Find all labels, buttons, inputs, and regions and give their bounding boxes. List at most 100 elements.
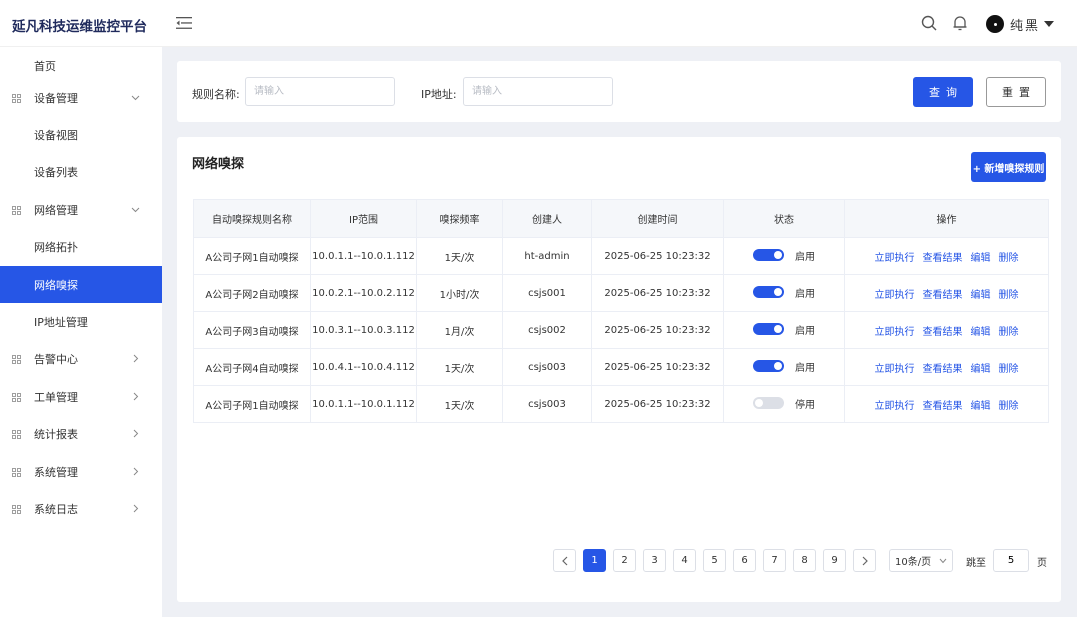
edit-link[interactable]: 编辑 bbox=[971, 401, 991, 412]
page-button[interactable]: 4 bbox=[673, 549, 696, 572]
cell-name: A公司子网2自动嗅探 bbox=[193, 274, 311, 312]
top-header: 延凡科技运维监控平台 纯黑 bbox=[0, 0, 1077, 47]
sidebar: 首页设备管理设备视图设备列表网络管理 网络拓扑 网络嗅探 IP地址管理告警中心工单管理… bbox=[0, 47, 162, 617]
search-icon[interactable] bbox=[921, 15, 937, 31]
edit-link[interactable]: 编辑 bbox=[971, 327, 991, 338]
sidebar-item[interactable]: 系统日志 bbox=[0, 490, 162, 527]
status-toggle[interactable] bbox=[753, 249, 784, 262]
run-now-link[interactable]: 立即执行 bbox=[875, 290, 915, 301]
cell-creator: csjs003 bbox=[502, 348, 592, 386]
cell-ip-range: 10.0.4.1--10.0.4.112 bbox=[310, 348, 417, 386]
cell-actions: 立即执行 查看结果 编辑 删除 bbox=[844, 385, 1049, 423]
sidebar-item-label: 首页 bbox=[34, 59, 56, 73]
sidebar-item-label: IP地址管理 bbox=[34, 315, 88, 329]
sidebar-item[interactable]: 工单管理 bbox=[0, 378, 162, 415]
delete-link[interactable]: 删除 bbox=[999, 253, 1019, 264]
cell-status: 启用 bbox=[723, 311, 845, 349]
column-header: 状态 bbox=[723, 199, 845, 238]
next-page-button[interactable] bbox=[853, 549, 876, 572]
delete-link[interactable]: 删除 bbox=[999, 290, 1019, 301]
grid-icon bbox=[12, 505, 21, 514]
sidebar-item[interactable]: 统计报表 bbox=[0, 415, 162, 452]
sidebar-item[interactable]: 告警中心 bbox=[0, 340, 162, 377]
view-results-link[interactable]: 查看结果 bbox=[923, 327, 963, 338]
run-now-link[interactable]: 立即执行 bbox=[875, 253, 915, 264]
edit-link[interactable]: 编辑 bbox=[971, 290, 991, 301]
delete-link[interactable]: 删除 bbox=[999, 401, 1019, 412]
reset-button[interactable]: 重置 bbox=[986, 77, 1046, 107]
view-results-link[interactable]: 查看结果 bbox=[923, 401, 963, 412]
cell-ip-range: 10.0.3.1--10.0.3.112 bbox=[310, 311, 417, 349]
ip-address-input[interactable] bbox=[463, 77, 613, 106]
table-body: A公司子网1自动嗅探 10.0.1.1--10.0.1.112 1天/次 ht-adm… bbox=[193, 237, 1049, 423]
sidebar-item-label: 系统日志 bbox=[34, 502, 78, 516]
sidebar-item-label: 工单管理 bbox=[34, 390, 78, 404]
status-toggle[interactable] bbox=[753, 323, 784, 336]
ip-address-label: IP地址: bbox=[421, 88, 457, 101]
status-text: 启用 bbox=[795, 251, 815, 263]
sniff-rules-table: 自动嗅探规则名称 IP范围 嗅探频率 创建人 创建时间 状态 操作 A公司子网1自动嗅探 10… bbox=[193, 199, 1049, 423]
cell-freq: 1小时/次 bbox=[416, 274, 503, 312]
chevron-down-icon bbox=[131, 95, 140, 101]
page-button[interactable]: 6 bbox=[733, 549, 756, 572]
caret-down-icon bbox=[1044, 21, 1055, 27]
sidebar-item[interactable]: 网络嗅探 bbox=[0, 266, 162, 303]
view-results-link[interactable]: 查看结果 bbox=[923, 364, 963, 375]
cell-creator: csjs001 bbox=[502, 274, 592, 312]
delete-link[interactable]: 删除 bbox=[999, 327, 1019, 338]
page-button[interactable]: 3 bbox=[643, 549, 666, 572]
jump-page-input[interactable] bbox=[993, 549, 1029, 572]
page-button[interactable]: 9 bbox=[823, 549, 846, 572]
status-text: 启用 bbox=[795, 288, 815, 300]
delete-link[interactable]: 删除 bbox=[999, 364, 1019, 375]
sidebar-item[interactable]: 设备管理 bbox=[0, 79, 162, 116]
status-switch-wrap: 启用 bbox=[753, 359, 815, 374]
chevron-right-icon bbox=[133, 354, 139, 363]
prev-page-button[interactable] bbox=[553, 549, 576, 572]
page-button[interactable]: 8 bbox=[793, 549, 816, 572]
grid-icon bbox=[12, 94, 21, 103]
sidebar-item[interactable]: 设备列表 bbox=[0, 153, 162, 190]
sidebar-item[interactable]: 设备视图 bbox=[0, 116, 162, 153]
query-button[interactable]: 查询 bbox=[913, 77, 973, 107]
sidebar-item[interactable]: 系统管理 bbox=[0, 453, 162, 490]
edit-link[interactable]: 编辑 bbox=[971, 364, 991, 375]
status-toggle[interactable] bbox=[753, 286, 784, 299]
status-toggle[interactable] bbox=[753, 397, 784, 410]
page-button[interactable]: 7 bbox=[763, 549, 786, 572]
sidebar-item[interactable]: 网络管理 bbox=[0, 191, 162, 228]
status-toggle[interactable] bbox=[753, 360, 784, 373]
cell-name: A公司子网3自动嗅探 bbox=[193, 311, 311, 349]
rule-name-input[interactable] bbox=[245, 77, 395, 106]
chevron-right-icon bbox=[133, 392, 139, 401]
cell-ip-range: 10.0.1.1--10.0.1.112 bbox=[310, 237, 417, 275]
sidebar-item-label: 设备列表 bbox=[34, 165, 78, 179]
view-results-link[interactable]: 查看结果 bbox=[923, 253, 963, 264]
menu-collapse-icon[interactable] bbox=[176, 16, 192, 30]
add-sniff-rule-button[interactable]: + 新增嗅探规则 bbox=[971, 152, 1046, 182]
run-now-link[interactable]: 立即执行 bbox=[875, 327, 915, 338]
view-results-link[interactable]: 查看结果 bbox=[923, 290, 963, 301]
page-button[interactable]: 2 bbox=[613, 549, 636, 572]
grid-icon bbox=[12, 355, 21, 364]
sidebar-item-label: 设备管理 bbox=[34, 91, 78, 105]
rule-name-label: 规则名称: bbox=[192, 88, 240, 101]
run-now-link[interactable]: 立即执行 bbox=[875, 401, 915, 412]
cell-created: 2025-06-25 10:23:32 bbox=[591, 274, 724, 312]
column-header: 嗅探频率 bbox=[416, 199, 503, 238]
cell-ip-range: 10.0.2.1--10.0.2.112 bbox=[310, 274, 417, 312]
grid-icon bbox=[12, 468, 21, 477]
page-size-select[interactable]: 10条/页 bbox=[889, 549, 953, 572]
sidebar-item-label: 系统管理 bbox=[34, 465, 78, 479]
sidebar-item[interactable]: IP地址管理 bbox=[0, 303, 162, 340]
edit-link[interactable]: 编辑 bbox=[971, 253, 991, 264]
status-switch-wrap: 停用 bbox=[753, 396, 815, 411]
bell-icon[interactable] bbox=[952, 15, 968, 31]
user-menu[interactable]: 纯黑 bbox=[986, 14, 1055, 34]
run-now-link[interactable]: 立即执行 bbox=[875, 364, 915, 375]
cell-ip-range: 10.0.1.1--10.0.1.112 bbox=[310, 385, 417, 423]
page-button[interactable]: 5 bbox=[703, 549, 726, 572]
page-size-value: 10条/页 bbox=[895, 557, 932, 568]
sidebar-item[interactable]: 网络拓扑 bbox=[0, 228, 162, 265]
page-button[interactable]: 1 bbox=[583, 549, 606, 572]
